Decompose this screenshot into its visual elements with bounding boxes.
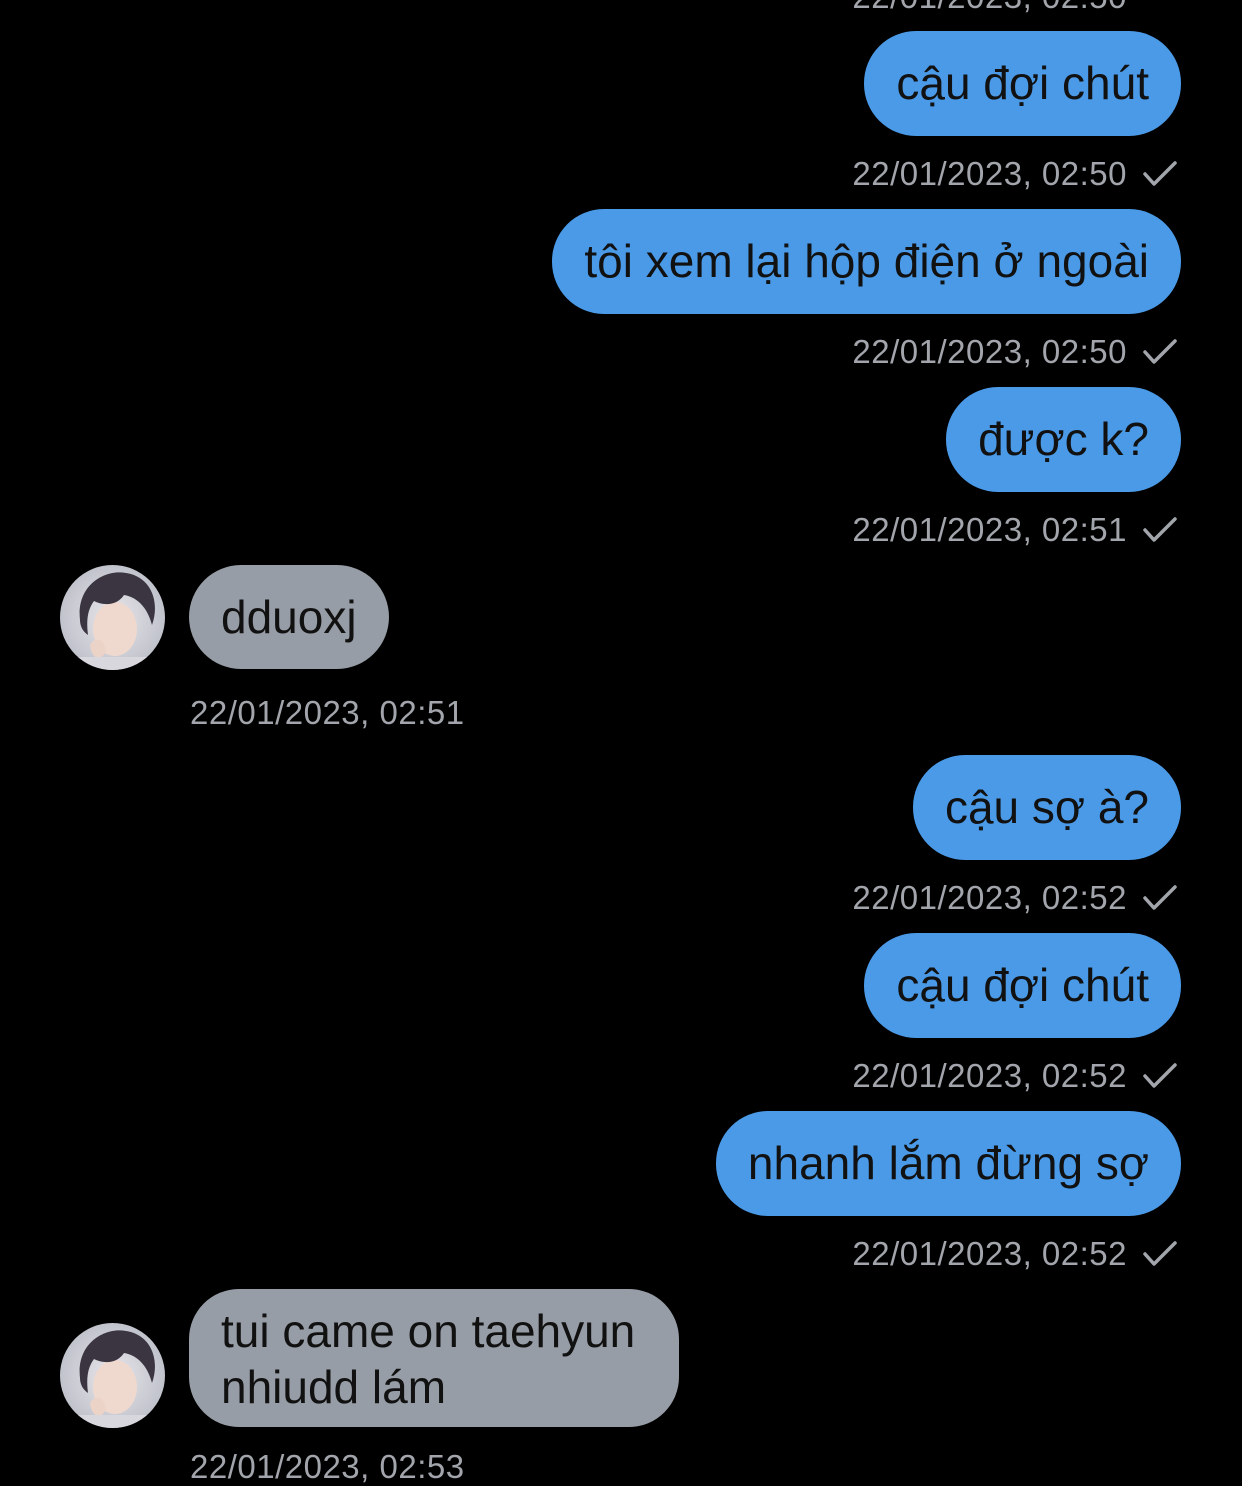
check-icon — [1143, 161, 1177, 186]
outgoing-message-bubble[interactable]: cậu sợ à? — [912, 755, 1181, 860]
message-timestamp: 22/01/2023, 02:51 — [190, 694, 465, 731]
incoming-message-bubble[interactable]: dduoxj — [189, 565, 389, 669]
outgoing-message-bubble[interactable]: tôi xem lại hộp điện ở ngoài — [552, 209, 1181, 314]
check-icon — [1143, 885, 1177, 910]
avatar-icon[interactable] — [60, 565, 165, 670]
message-timestamp: 22/01/2023, 02:52 — [852, 879, 1127, 916]
outgoing-message-bubble[interactable]: nhanh lắm đừng sợ — [715, 1111, 1181, 1216]
outgoing-message-bubble[interactable]: cậu đợi chút — [864, 31, 1181, 136]
message-timestamp: 22/01/2023, 02:52 — [852, 1057, 1127, 1094]
message-timestamp: 22/01/2023, 02:52 — [852, 1235, 1127, 1272]
message-timestamp: 22/01/2023, 02:50 — [852, 333, 1127, 370]
message-timestamp: 22/01/2023, 02:50 — [852, 155, 1127, 192]
message-line: nhiudd lám — [221, 1361, 447, 1413]
message-timestamp: 22/01/2023, 02:53 — [190, 1448, 465, 1485]
message-timestamp: 22/01/2023, 02:50 — [852, 0, 1127, 16]
chat-thread[interactable]: 22/01/2023, 02:50 cậu đợi chút 22/01/202… — [0, 0, 1242, 1485]
avatar-icon[interactable] — [60, 1323, 165, 1428]
outgoing-message-bubble[interactable]: được k? — [946, 387, 1181, 492]
check-icon — [1143, 1063, 1177, 1088]
incoming-message-bubble[interactable]: tui came on taehyun nhiudd lám — [189, 1289, 680, 1427]
outgoing-message-bubble[interactable]: cậu đợi chút — [864, 933, 1181, 1038]
check-icon — [1143, 1241, 1177, 1266]
check-icon — [1143, 339, 1177, 364]
message-line: tui came on taehyun — [221, 1305, 636, 1357]
message-timestamp: 22/01/2023, 02:51 — [852, 511, 1127, 548]
check-icon — [1143, 517, 1177, 542]
